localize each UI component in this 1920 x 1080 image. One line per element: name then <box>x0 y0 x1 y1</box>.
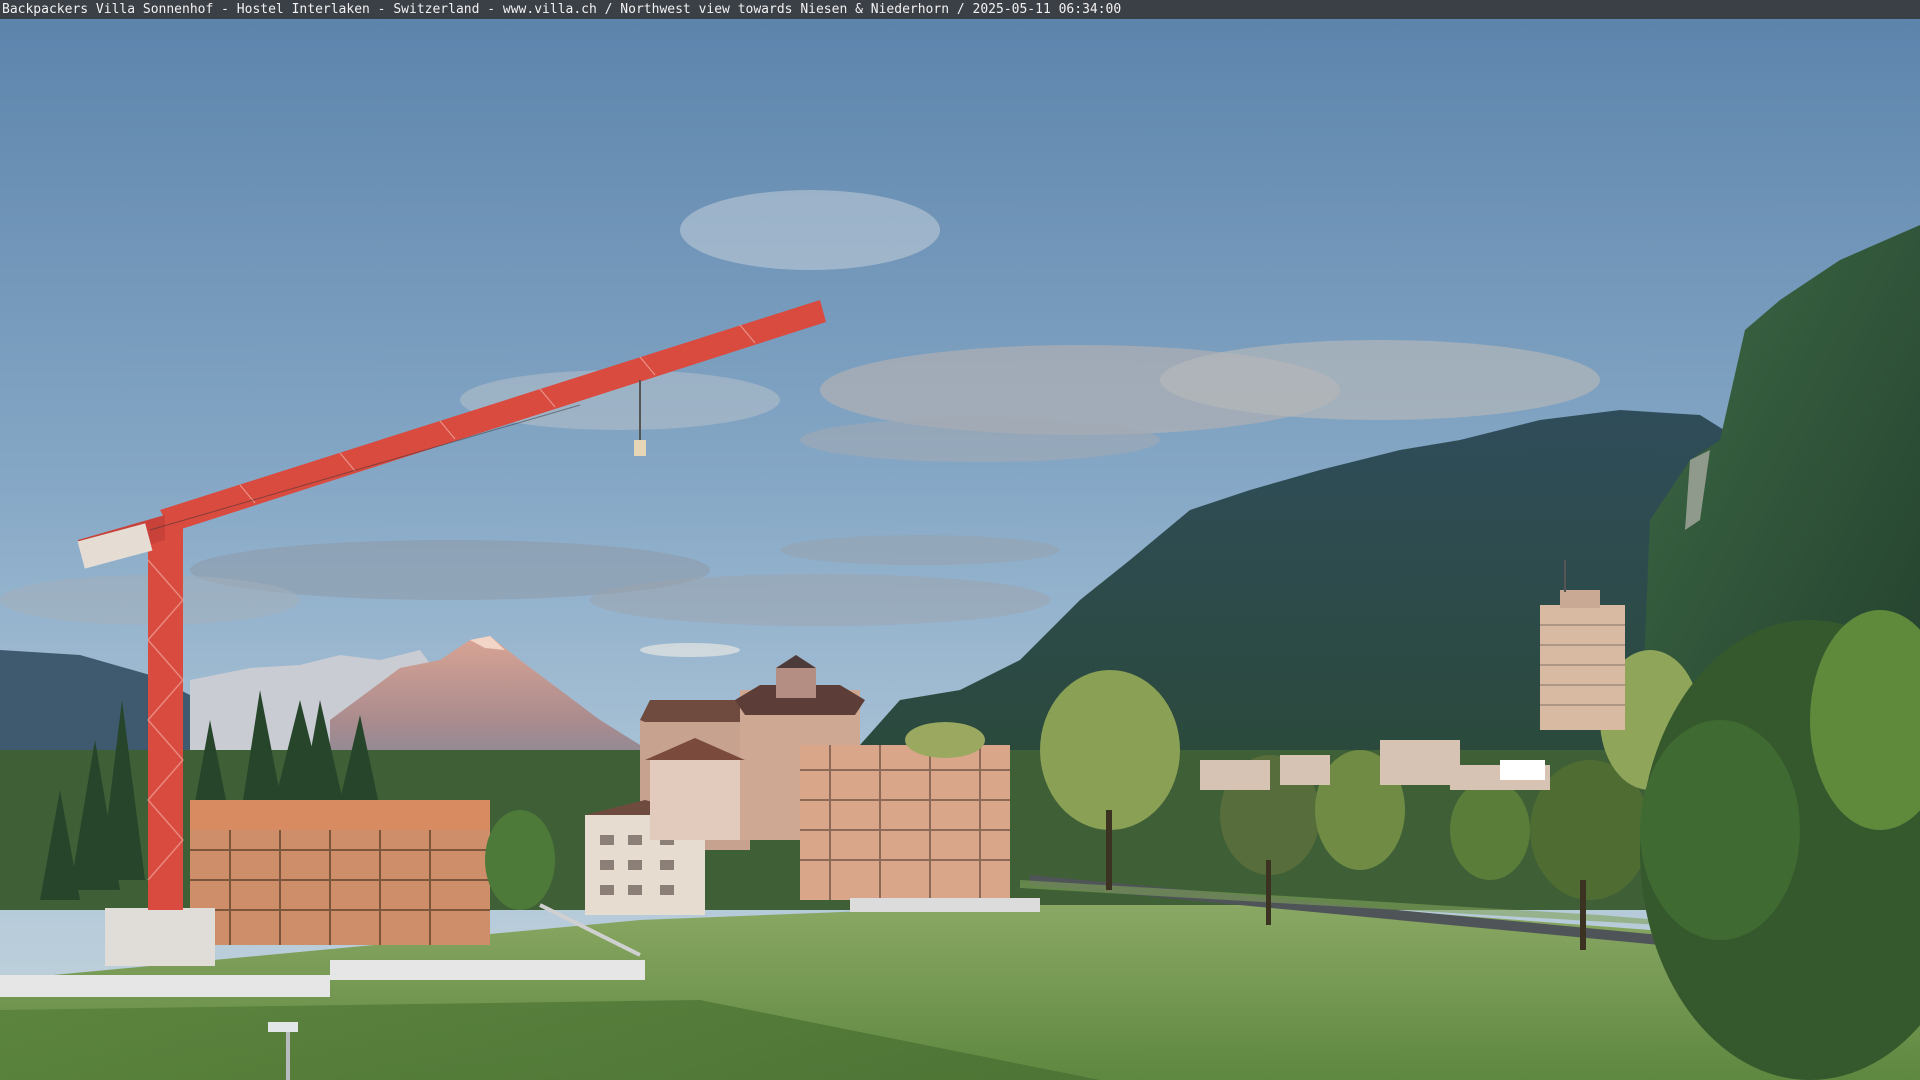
webcam-caption-bar: Backpackers Villa Sonnenhof - Hostel Int… <box>0 0 1920 19</box>
webcam-image <box>0 0 1920 1080</box>
scaffolded-building <box>800 745 1040 912</box>
webcam-frame: Backpackers Villa Sonnenhof - Hostel Int… <box>0 0 1920 1080</box>
crane-hook <box>634 440 646 456</box>
